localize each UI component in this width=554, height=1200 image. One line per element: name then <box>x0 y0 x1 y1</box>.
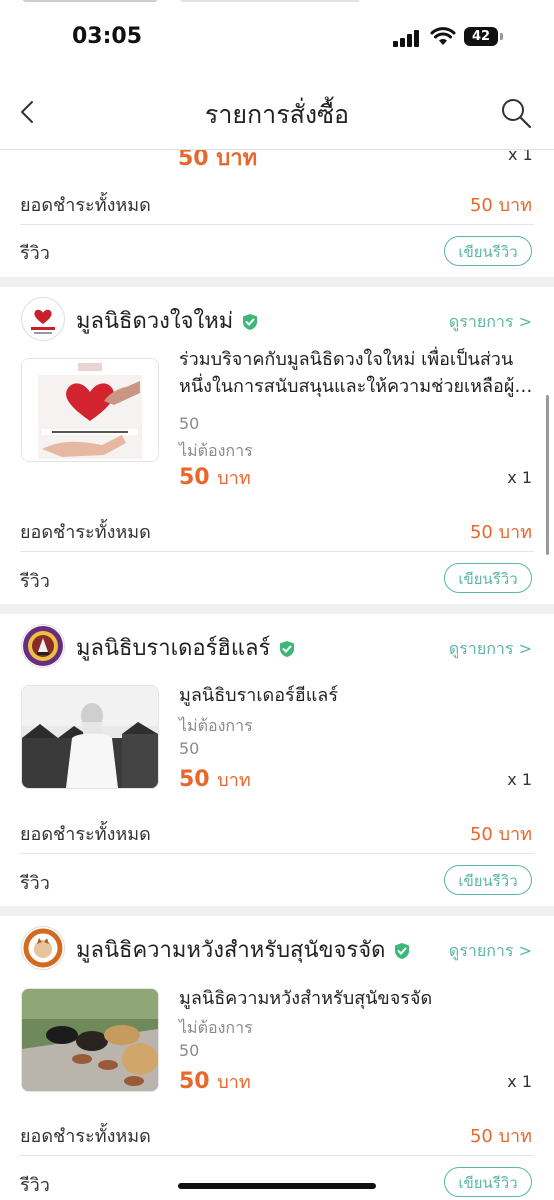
product-thumbnail[interactable] <box>21 685 159 789</box>
total-label: ยอดชำระทั้งหมด <box>20 195 151 216</box>
product-price: 50 บาท <box>179 463 251 492</box>
price-number: 50 <box>179 1069 210 1094</box>
product-option: 50 <box>179 739 200 758</box>
product-price: 50 บาท <box>179 765 251 794</box>
write-review-button[interactable]: เขียนรีวิว <box>444 865 532 895</box>
shop-name-text: มูลนิธิดวงใจใหม่ <box>76 309 234 334</box>
signal-icon <box>393 29 423 47</box>
home-indicator[interactable] <box>178 1183 376 1189</box>
product-thumbnail[interactable] <box>21 988 159 1092</box>
review-label: รีวิว <box>20 873 50 894</box>
price-unit: บาท <box>217 770 251 791</box>
view-items-link[interactable]: ดูรายการ > <box>449 637 532 662</box>
status-time: 03:05 <box>72 24 143 49</box>
total-value: 50 บาท <box>469 195 532 216</box>
shop-name-text: มูลนิธิบราเดอร์ฮิแลร์ <box>76 636 271 661</box>
shop-logo[interactable] <box>21 297 65 341</box>
order-list[interactable]: 50 บาท x 1 ยอดชำระทั้งหมด 50 บาท รีวิว เ… <box>0 150 554 1200</box>
total-value: 50 บาท <box>469 824 532 845</box>
nav-bar: รายการสั่งซื้อ <box>0 75 554 150</box>
divider <box>20 853 534 854</box>
view-items-link[interactable]: ดูรายการ > <box>449 310 532 335</box>
product-option: 50 <box>179 1041 200 1060</box>
verified-icon <box>395 943 410 959</box>
status-bar: 03:05 42 <box>0 0 554 75</box>
product-option: ไม่ต้องการ <box>179 441 253 460</box>
section-separator <box>0 277 554 287</box>
write-review-button[interactable]: เขียนรีวิว <box>444 1167 532 1197</box>
total-label: ยอดชำระทั้งหมด <box>20 824 151 845</box>
write-review-button[interactable]: เขียนรีวิว <box>444 563 532 593</box>
price-unit: บาท <box>217 468 251 489</box>
total-value: 50 บาท <box>469 1126 532 1147</box>
scrolled-content-strip <box>0 0 554 6</box>
verified-icon <box>243 314 258 330</box>
divider <box>20 224 534 225</box>
section-separator <box>0 906 554 916</box>
shop-logo[interactable] <box>21 926 65 970</box>
battery-icon: 42 <box>464 27 503 46</box>
write-review-button[interactable]: เขียนรีวิว <box>444 236 532 266</box>
product-qty: x 1 <box>507 468 532 487</box>
page-title: รายการสั่งซื้อ <box>204 100 350 129</box>
product-name[interactable]: มูลนิธิความหวังสำหรับสุนัขจรจัด <box>179 985 534 1012</box>
divider <box>20 1155 534 1156</box>
partial-item-qty: x 1 <box>508 150 533 164</box>
product-price: 50 บาท <box>179 1067 251 1096</box>
review-label: รีวิว <box>20 571 50 592</box>
price-number: 50 <box>179 767 210 792</box>
partial-item-price: 50 บาท <box>178 150 258 171</box>
product-option: ไม่ต้องการ <box>179 716 253 735</box>
product-qty: x 1 <box>507 1072 532 1091</box>
product-option: ไม่ต้องการ <box>179 1018 253 1037</box>
divider <box>20 551 534 552</box>
battery-level: 42 <box>471 29 491 44</box>
price-unit: บาท <box>217 1072 251 1093</box>
price-number: 50 <box>179 465 210 490</box>
shop-name[interactable]: มูลนิธิบราเดอร์ฮิแลร์ <box>76 630 296 665</box>
review-label: รีวิว <box>20 1175 50 1196</box>
product-name[interactable]: ร่วมบริจาคกับมูลนิธิดวงใจใหม่ เพื่อเป็นส… <box>179 346 534 400</box>
wifi-icon <box>430 27 456 45</box>
product-thumbnail[interactable] <box>21 358 159 462</box>
total-label: ยอดชำระทั้งหมด <box>20 1126 151 1147</box>
view-items-link[interactable]: ดูรายการ > <box>449 939 532 964</box>
search-icon[interactable] <box>500 97 532 129</box>
shop-logo[interactable] <box>21 624 65 668</box>
shop-name[interactable]: มูลนิธิดวงใจใหม่ <box>76 303 259 338</box>
shop-name-text: มูลนิธิความหวังสำหรับสุนัขจรจัด <box>76 938 386 963</box>
shop-name[interactable]: มูลนิธิความหวังสำหรับสุนัขจรจัด <box>76 932 411 967</box>
verified-icon <box>280 641 295 657</box>
section-separator <box>0 604 554 614</box>
review-label: รีวิว <box>20 243 50 264</box>
product-qty: x 1 <box>507 770 532 789</box>
product-name[interactable]: มูลนิธิบราเดอร์ฮีแลร์ <box>179 682 534 709</box>
product-option: 50 <box>179 414 200 433</box>
total-label: ยอดชำระทั้งหมด <box>20 522 151 543</box>
scrollbar[interactable] <box>546 395 549 555</box>
total-value: 50 บาท <box>469 522 532 543</box>
